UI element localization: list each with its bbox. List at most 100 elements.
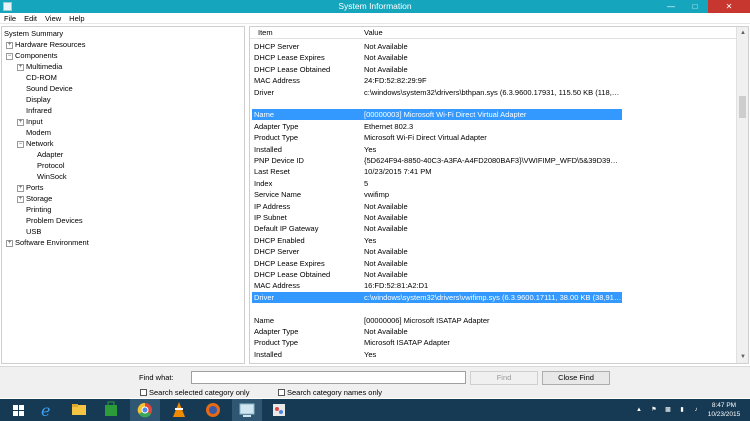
table-row[interactable]: DHCP Lease Expires Not Available (252, 258, 622, 269)
table-row[interactable]: Last Reset 10/23/2015 7:41 PM (252, 166, 622, 177)
find-button[interactable]: Find (470, 371, 538, 385)
tree-item-multimedia[interactable]: + Multimedia (17, 61, 62, 72)
ie-icon[interactable]: e (32, 399, 62, 421)
tree-item-input[interactable]: + Input (17, 116, 43, 127)
menu-edit[interactable]: Edit (20, 13, 41, 23)
table-row[interactable]: Driver c:\windows\system32\drivers\vwifim… (252, 291, 622, 303)
tree-item-components[interactable]: − Components (6, 50, 58, 61)
action-center-icon[interactable]: ⚑ (648, 399, 660, 421)
close-find-button[interactable]: Close Find (542, 371, 610, 385)
tree-item-system-summary[interactable]: System Summary (4, 28, 63, 39)
search-category-names-checkbox[interactable]: Search category names only (278, 388, 382, 397)
table-row[interactable]: Default IP Gateway Not Available (252, 223, 622, 234)
row-value: c:\windows\system32\drivers\bthpan.sys (… (364, 87, 622, 97)
taskbar-clock[interactable]: 8:47 PM 10/23/2015 (702, 401, 746, 419)
table-row[interactable]: DHCP Server Not Available (252, 246, 622, 257)
paint-icon[interactable] (264, 399, 294, 421)
row-item: MAC Address (254, 281, 300, 291)
scroll-up-icon[interactable]: ▲ (737, 27, 748, 39)
table-row[interactable]: MAC Address 16:FD:52:81:A2:D1 (252, 280, 622, 291)
search-selected-category-checkbox[interactable]: Search selected category only (140, 388, 249, 397)
store-icon[interactable] (96, 399, 126, 421)
table-row[interactable]: Adapter Type Ethernet 802.3 (252, 121, 622, 132)
minimize-button[interactable]: — (660, 0, 682, 13)
expand-icon[interactable]: + (17, 119, 24, 126)
checkbox-icon[interactable] (278, 389, 285, 396)
menu-file[interactable]: File (0, 13, 20, 23)
tree-item-hardware-resources[interactable]: + Hardware Resources (6, 39, 85, 50)
expand-icon[interactable]: + (17, 185, 24, 192)
table-row[interactable]: Name [00000003] Microsoft Wi-Fi Direct Vi… (252, 109, 622, 121)
maximize-button[interactable]: □ (684, 0, 706, 13)
expand-icon[interactable]: + (17, 64, 24, 71)
show-hidden-icons-icon[interactable]: ▲ (634, 399, 644, 421)
find-what-input[interactable] (191, 371, 466, 384)
system-information-icon[interactable] (232, 399, 262, 421)
tree-item-network[interactable]: − Network (17, 138, 54, 149)
firefox-icon[interactable] (198, 399, 228, 421)
battery-icon[interactable]: ▮ (676, 399, 688, 421)
vertical-scrollbar[interactable]: ▲ ▼ (736, 27, 748, 363)
table-row[interactable]: DHCP Enabled Yes (252, 235, 622, 246)
expand-icon[interactable]: + (6, 240, 13, 247)
tree-item-protocol[interactable]: Protocol (37, 160, 65, 171)
tree-item-winsock[interactable]: WinSock (37, 171, 67, 182)
table-row[interactable] (252, 98, 622, 109)
file-explorer-icon[interactable] (64, 399, 94, 421)
table-row[interactable]: Driver c:\windows\system32\drivers\bthpan… (252, 87, 622, 98)
table-row[interactable]: Service Name vwifimp (252, 189, 622, 200)
table-row[interactable]: PNP Device ID {5D624F94-8850-40C3-A3FA-A4… (252, 155, 622, 166)
expand-icon[interactable]: + (17, 196, 24, 203)
tree-item-problem-devices[interactable]: Problem Devices (26, 215, 83, 226)
table-row[interactable]: Installed Yes (252, 144, 622, 155)
row-item: Driver (254, 87, 274, 97)
category-tree[interactable]: System Summary + Hardware Resources − Comp… (1, 26, 245, 364)
vlc-icon[interactable] (164, 399, 194, 421)
tree-item-storage[interactable]: + Storage (17, 193, 52, 204)
scroll-down-icon[interactable]: ▼ (737, 351, 748, 363)
column-header-item[interactable]: Item (258, 28, 273, 37)
row-item: PNP Device ID (254, 156, 304, 165)
volume-icon[interactable]: ♪ (690, 399, 702, 421)
table-row[interactable]: Index 5 (252, 178, 622, 189)
close-window-button[interactable]: ✕ (708, 0, 750, 13)
tree-item-printing[interactable]: Printing (26, 204, 51, 215)
row-value: Microsoft ISATAP Adapter (364, 338, 450, 348)
collapse-icon[interactable]: − (6, 53, 13, 60)
tree-item-modem[interactable]: Modem (26, 127, 51, 138)
table-row[interactable]: IP Address Not Available (252, 201, 622, 212)
tree-item-software-environment[interactable]: + Software Environment (6, 237, 89, 248)
details-list[interactable]: Item Value DHCP Server Not Available DHCP … (249, 26, 749, 364)
chrome-icon[interactable] (130, 399, 160, 421)
checkbox-icon[interactable] (140, 389, 147, 396)
table-row[interactable] (252, 303, 622, 314)
table-row[interactable]: Adapter Type Not Available (252, 326, 622, 337)
table-row[interactable]: Installed Yes (252, 349, 622, 360)
table-row[interactable]: IP Subnet Not Available (252, 212, 622, 223)
column-header-value[interactable]: Value (364, 28, 383, 37)
tree-item-infrared[interactable]: Infrared (26, 105, 52, 116)
menu-view[interactable]: View (41, 13, 65, 23)
tree-item-ports[interactable]: + Ports (17, 182, 44, 193)
menu-help[interactable]: Help (65, 13, 88, 23)
table-row[interactable]: DHCP Lease Obtained Not Available (252, 269, 622, 280)
expand-icon[interactable]: + (6, 42, 13, 49)
tree-item-sound-device[interactable]: Sound Device (26, 83, 73, 94)
tree-item-display[interactable]: Display (26, 94, 51, 105)
table-row[interactable]: MAC Address 24:FD:52:82:29:9F (252, 75, 622, 86)
table-row[interactable]: Product Type Microsoft ISATAP Adapter (252, 337, 622, 348)
start-icon[interactable] (4, 399, 34, 421)
tree-item-cd-rom[interactable]: CD-ROM (26, 72, 57, 83)
table-row[interactable]: Name [00000006] Microsoft ISATAP Adapter (252, 315, 622, 326)
table-row[interactable]: DHCP Lease Obtained Not Available (252, 64, 622, 75)
collapse-icon[interactable]: − (17, 141, 24, 148)
table-row[interactable]: Product Type Microsoft Wi-Fi Direct Virtu… (252, 132, 622, 143)
row-value: 16:FD:52:81:A2:D1 (364, 281, 429, 291)
row-item: Service Name (254, 190, 302, 200)
tree-item-adapter[interactable]: Adapter (37, 149, 63, 160)
table-row[interactable]: DHCP Server Not Available (252, 41, 622, 52)
network-icon[interactable]: ▩ (662, 399, 674, 421)
table-row[interactable]: DHCP Lease Expires Not Available (252, 52, 622, 63)
scrollbar-thumb[interactable] (739, 96, 746, 118)
tree-item-usb[interactable]: USB (26, 226, 41, 237)
